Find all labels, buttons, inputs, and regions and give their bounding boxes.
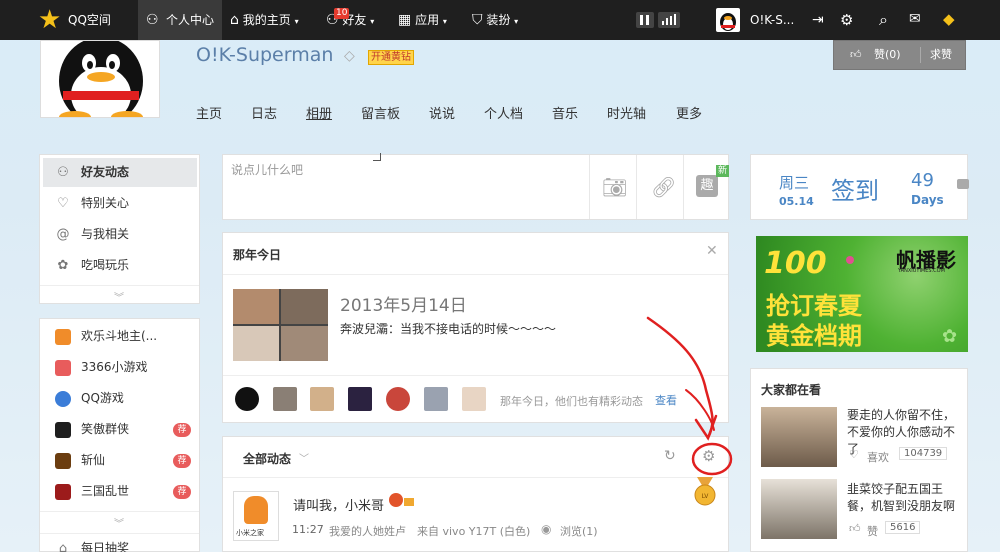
annotation-arrow [646,316,733,476]
